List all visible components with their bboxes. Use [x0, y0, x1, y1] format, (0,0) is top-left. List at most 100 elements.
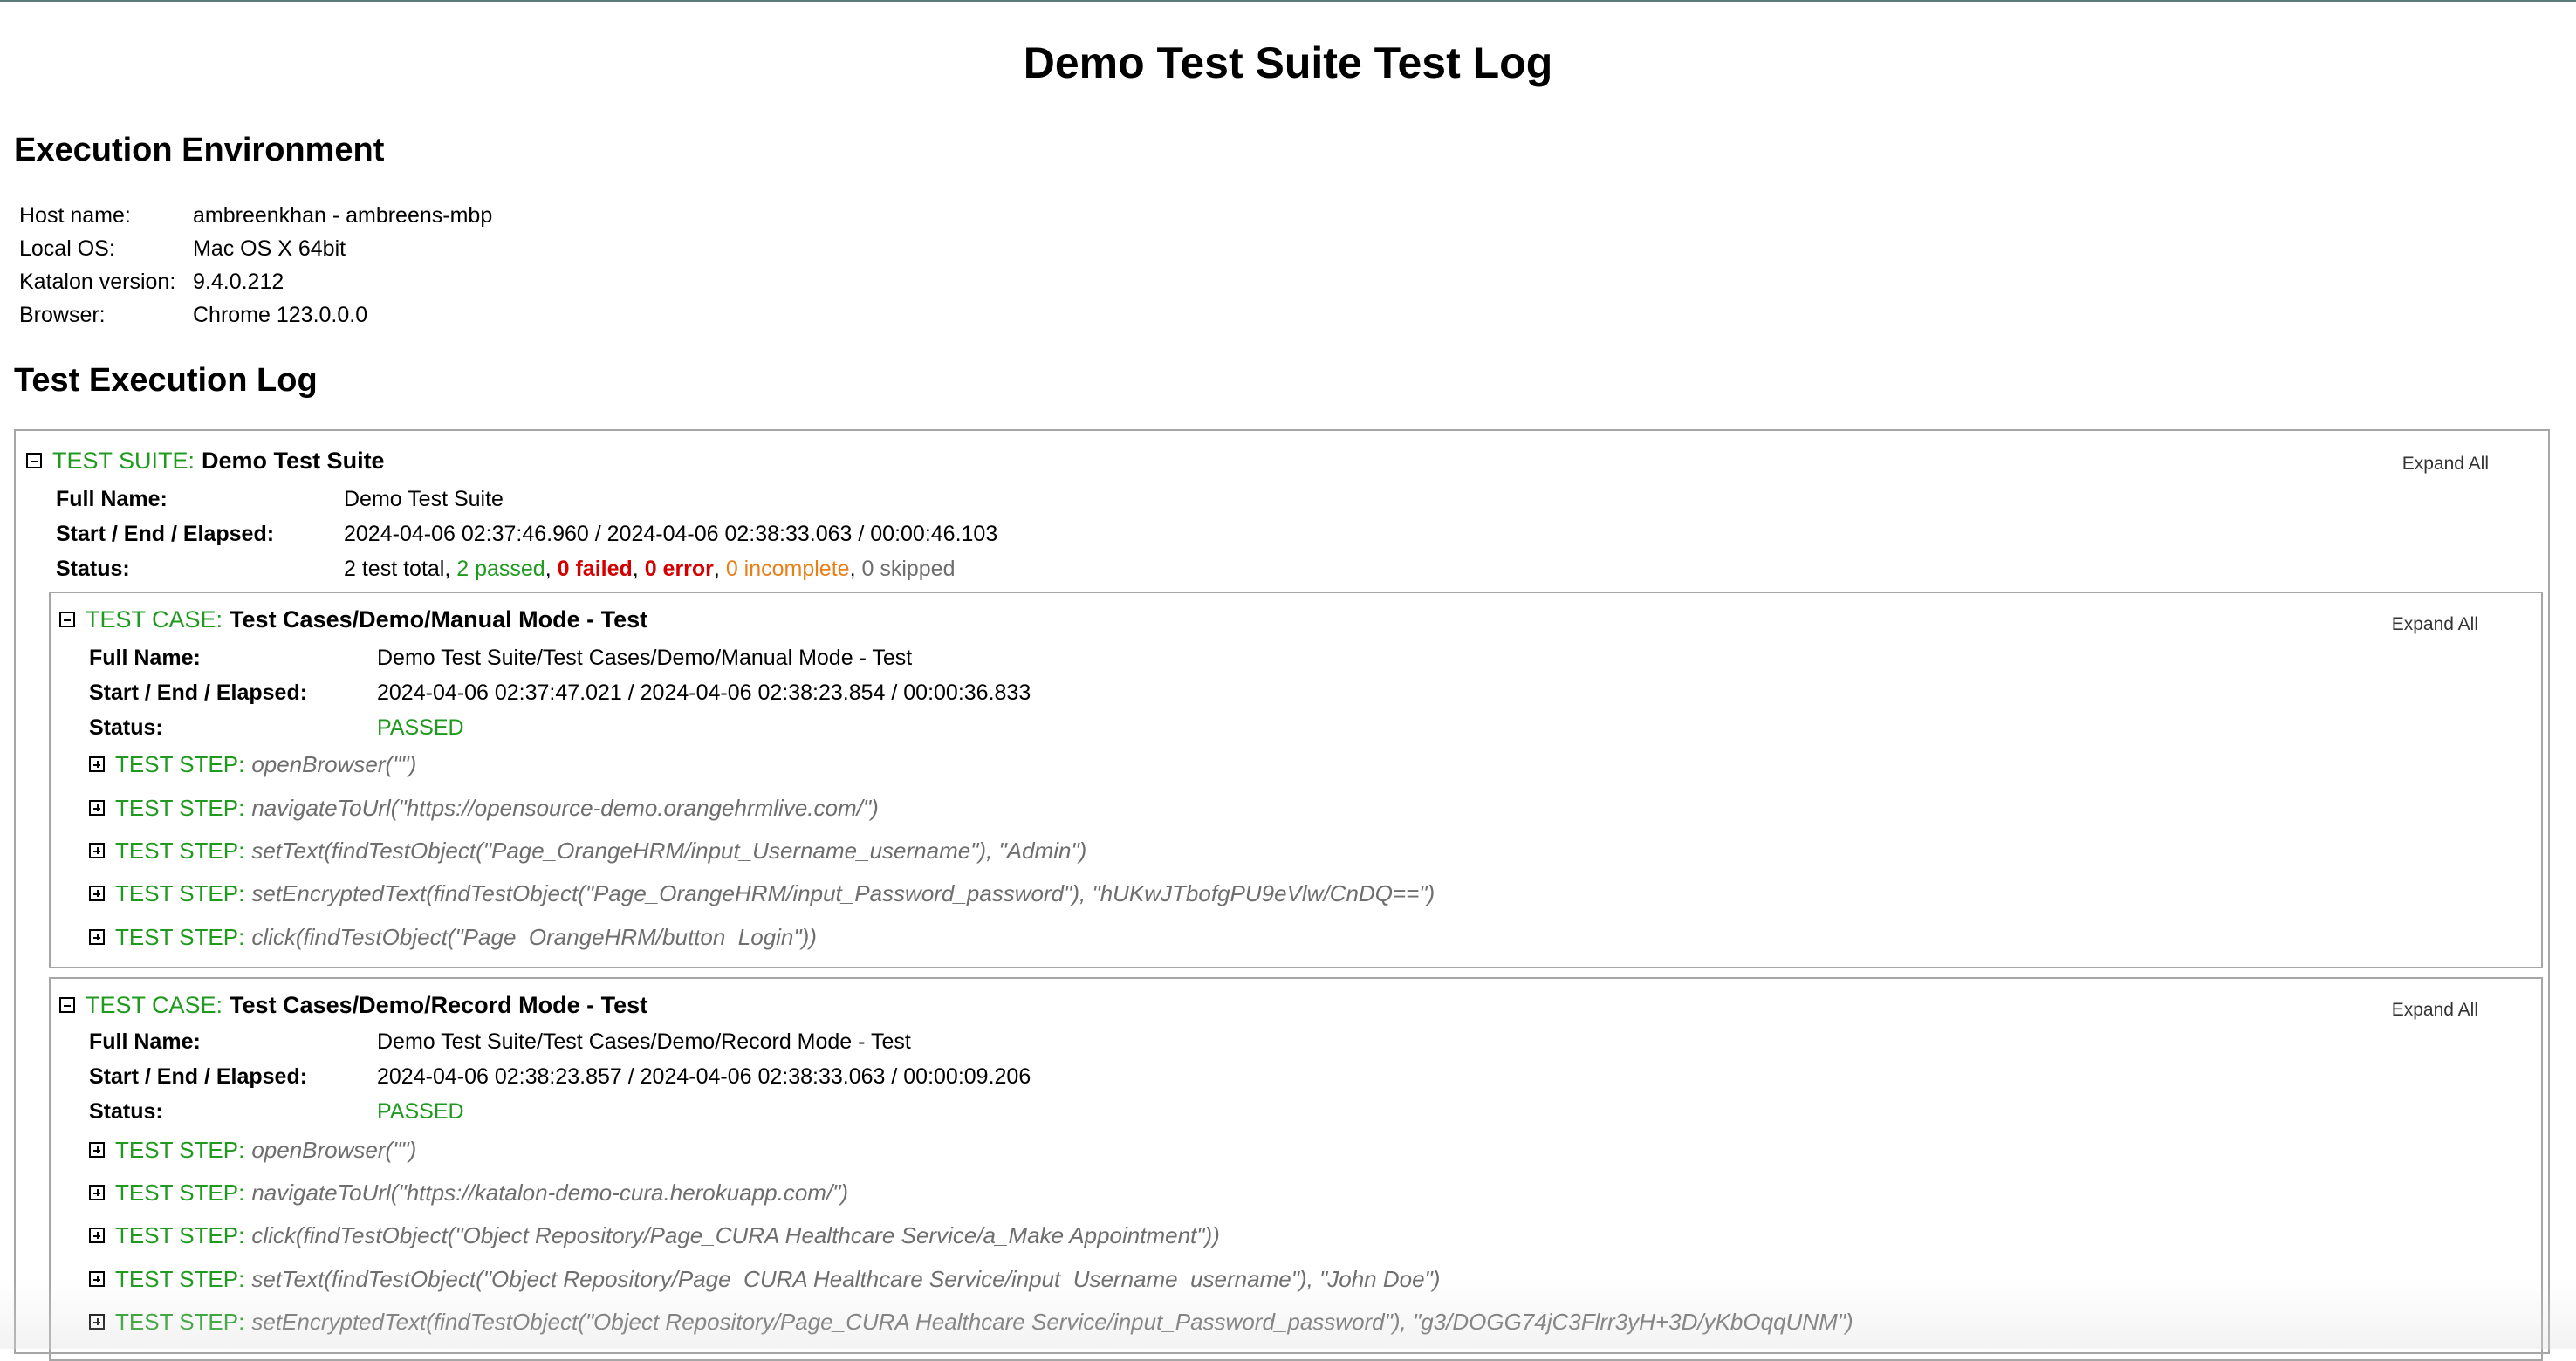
test-step[interactable]: TEST STEP: setEncryptedText(findTestObje…: [89, 1306, 1853, 1337]
case-time: 2024-04-06 02:37:47.021 / 2024-04-06 02:…: [377, 680, 1031, 705]
environment-table: Host name: ambreenkhan - ambreens-mbp Lo…: [19, 199, 492, 332]
info-label: Start / End / Elapsed:: [56, 522, 275, 546]
test-step[interactable]: TEST STEP: setEncryptedText(findTestObje…: [89, 878, 1435, 909]
step-call: navigateToUrl("https://katalon-demo-cura…: [251, 1180, 849, 1206]
case-status: PASSED: [377, 715, 464, 740]
test-step[interactable]: TEST STEP: navigateToUrl("https://katalo…: [89, 1177, 848, 1208]
step-call: click(findTestObject("Object Repository/…: [251, 1222, 1220, 1248]
case-status-row: Status: PASSED: [89, 1094, 1031, 1129]
step-call: openBrowser(""): [251, 1137, 417, 1163]
suite-time-row: Start / End / Elapsed: 2024-04-06 02:37:…: [56, 516, 997, 551]
step-kind-label: TEST STEP:: [115, 1222, 245, 1248]
status-sep: ,: [849, 557, 856, 581]
suite-full-name-row: Full Name: Demo Test Suite: [56, 482, 997, 516]
test-step[interactable]: TEST STEP: navigateToUrl("https://openso…: [89, 792, 879, 824]
env-value: ambreenkhan - ambreens-mbp: [193, 203, 493, 228]
suite-full-name: Demo Test Suite: [344, 487, 504, 511]
environment-heading: Execution Environment: [14, 132, 385, 168]
env-label: Host name:: [19, 203, 131, 228]
info-label: Full Name:: [89, 646, 201, 670]
test-case-panel: TEST CASE: Test Cases/Demo/Record Mode -…: [49, 977, 2543, 1361]
minus-box-icon[interactable]: [59, 997, 75, 1013]
step-call: setText(findTestObject("Object Repositor…: [251, 1266, 1441, 1292]
suite-status-row: Status: 2 test total, 2 passed, 0 failed…: [56, 551, 997, 586]
plus-box-icon[interactable]: [89, 886, 105, 901]
step-call: setEncryptedText(findTestObject("Page_Or…: [251, 880, 1435, 906]
case-full-name: Demo Test Suite/Test Cases/Demo/Manual M…: [377, 646, 913, 670]
env-value: Chrome 123.0.0.0: [193, 303, 368, 327]
plus-box-icon[interactable]: [89, 1228, 105, 1243]
test-step[interactable]: TEST STEP: setText(findTestObject("Objec…: [89, 1263, 1440, 1295]
plus-box-icon[interactable]: [89, 1271, 105, 1287]
plus-box-icon[interactable]: [89, 929, 105, 945]
env-value: Mac OS X 64bit: [193, 236, 346, 261]
info-label: Start / End / Elapsed:: [89, 1064, 308, 1089]
test-suite-header[interactable]: TEST SUITE: Demo Test Suite: [26, 445, 385, 476]
status-total: 2 test total,: [344, 557, 451, 581]
plus-box-icon[interactable]: [89, 1142, 105, 1158]
case-status: PASSED: [377, 1099, 464, 1124]
suite-kind-label: TEST SUITE:: [52, 448, 195, 474]
test-step[interactable]: TEST STEP: click(findTestObject("Object …: [89, 1220, 1220, 1251]
step-kind-label: TEST STEP:: [115, 1137, 245, 1163]
plus-box-icon[interactable]: [89, 1314, 105, 1330]
env-label: Katalon version:: [19, 270, 176, 294]
case-name: Test Cases/Demo/Manual Mode - Test: [230, 606, 648, 633]
step-kind-label: TEST STEP:: [115, 751, 245, 777]
minus-box-icon[interactable]: [26, 453, 42, 468]
minus-box-icon[interactable]: [59, 612, 75, 627]
case-status-row: Status: PASSED: [89, 710, 1031, 745]
case-expand-all-link[interactable]: Expand All: [2392, 1000, 2478, 1021]
case-info: Full Name: Demo Test Suite/Test Cases/De…: [89, 640, 1031, 745]
step-call: setEncryptedText(findTestObject("Object …: [251, 1309, 1853, 1335]
env-label: Local OS:: [19, 236, 115, 261]
case-time: 2024-04-06 02:38:23.857 / 2024-04-06 02:…: [377, 1064, 1031, 1089]
case-expand-all-link[interactable]: Expand All: [2392, 614, 2478, 635]
info-label: Status:: [56, 557, 130, 581]
plus-box-icon[interactable]: [89, 1185, 105, 1200]
test-step[interactable]: TEST STEP: click(findTestObject("Page_Or…: [89, 921, 817, 953]
suite-info: Full Name: Demo Test Suite Start / End /…: [56, 482, 997, 586]
test-case-header[interactable]: TEST CASE: Test Cases/Demo/Record Mode -…: [59, 989, 647, 1021]
test-log-page: Demo Test Suite Test Log Execution Envir…: [0, 0, 2576, 1361]
step-kind-label: TEST STEP:: [115, 1266, 245, 1292]
env-label: Browser:: [19, 303, 106, 327]
test-step[interactable]: TEST STEP: openBrowser(""): [89, 749, 416, 780]
step-kind-label: TEST STEP:: [115, 924, 245, 950]
info-label: Full Name:: [56, 487, 168, 511]
info-label: Status:: [89, 1099, 163, 1124]
test-suite-panel: TEST SUITE: Demo Test Suite Expand All F…: [14, 429, 2550, 1361]
info-label: Full Name:: [89, 1029, 201, 1054]
suite-name: Demo Test Suite: [202, 448, 385, 474]
test-case-header[interactable]: TEST CASE: Test Cases/Demo/Manual Mode -…: [59, 604, 647, 635]
env-row-katalon-version: Katalon version: 9.4.0.212: [19, 265, 492, 298]
case-time-row: Start / End / Elapsed: 2024-04-06 02:37:…: [89, 675, 1031, 710]
plus-box-icon[interactable]: [89, 800, 105, 816]
test-case-panel: TEST CASE: Test Cases/Demo/Manual Mode -…: [49, 592, 2543, 968]
step-kind-label: TEST STEP:: [115, 838, 245, 864]
step-kind-label: TEST STEP:: [115, 1180, 245, 1206]
status-passed: 2 passed: [456, 557, 545, 581]
page-title: Demo Test Suite Test Log: [1023, 38, 1553, 87]
env-row-host: Host name: ambreenkhan - ambreens-mbp: [19, 199, 492, 232]
env-row-browser: Browser: Chrome 123.0.0.0: [19, 298, 492, 332]
case-full-name-row: Full Name: Demo Test Suite/Test Cases/De…: [89, 1024, 1031, 1059]
case-full-name-row: Full Name: Demo Test Suite/Test Cases/De…: [89, 640, 1031, 675]
test-step[interactable]: TEST STEP: setText(findTestObject("Page_…: [89, 835, 1086, 866]
step-kind-label: TEST STEP:: [115, 880, 245, 906]
case-full-name: Demo Test Suite/Test Cases/Demo/Record M…: [377, 1029, 911, 1054]
plus-box-icon[interactable]: [89, 756, 105, 772]
test-step[interactable]: TEST STEP: openBrowser(""): [89, 1134, 416, 1166]
case-time-row: Start / End / Elapsed: 2024-04-06 02:38:…: [89, 1059, 1031, 1094]
status-sep: ,: [713, 557, 720, 581]
info-label: Start / End / Elapsed:: [89, 680, 308, 705]
info-label: Status:: [89, 715, 163, 740]
plus-box-icon[interactable]: [89, 843, 105, 858]
status-failed: 0 failed: [557, 557, 633, 581]
suite-time: 2024-04-06 02:37:46.960 / 2024-04-06 02:…: [344, 522, 998, 546]
suite-expand-all-link[interactable]: Expand All: [2402, 454, 2489, 475]
execution-log-heading: Test Execution Log: [14, 362, 318, 399]
env-row-os: Local OS: Mac OS X 64bit: [19, 232, 492, 265]
case-info: Full Name: Demo Test Suite/Test Cases/De…: [89, 1024, 1031, 1129]
status-skipped: 0 skipped: [861, 557, 956, 581]
